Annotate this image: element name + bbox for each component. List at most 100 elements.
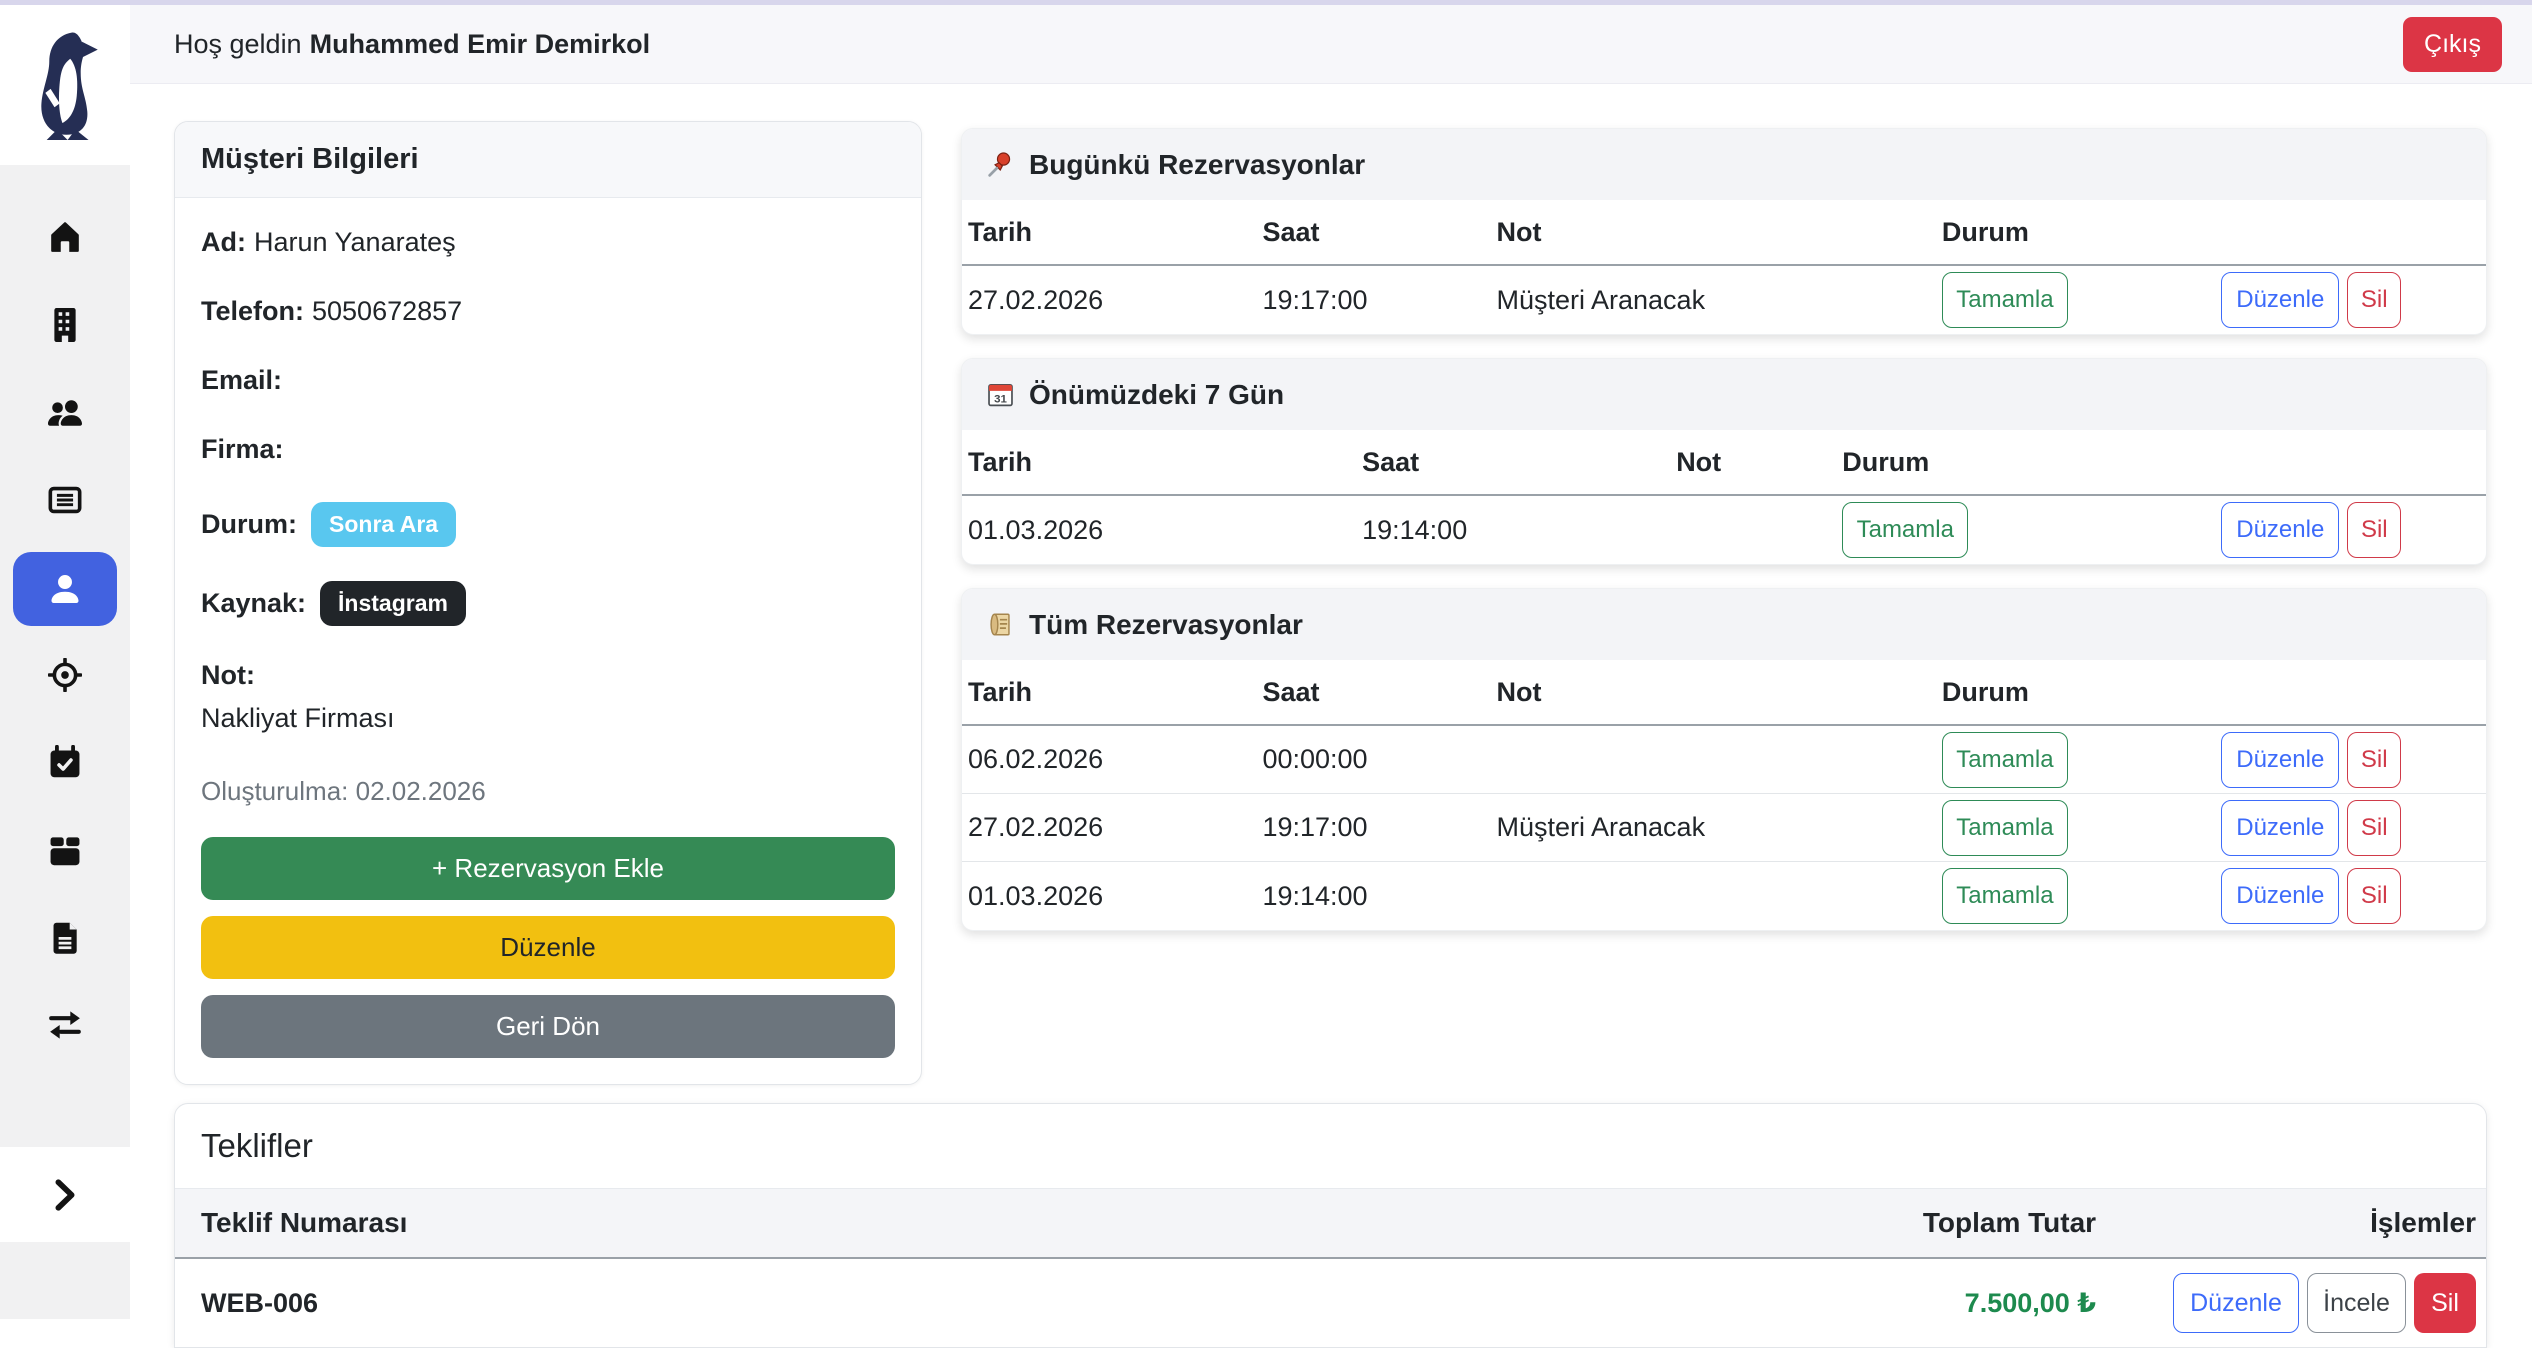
- view-offer-button[interactable]: İncele: [2307, 1273, 2406, 1333]
- table-row: 27.02.2026 19:17:00 Müşteri Aranacak Tam…: [962, 794, 2486, 862]
- all-reservations-panel: Tüm Rezervasyonlar Tarih Saat Not Durum …: [961, 588, 2487, 931]
- panel-title: Bugünkü Rezervasyonlar: [1029, 149, 1365, 181]
- target-icon: [48, 658, 82, 692]
- cell-date: 06.02.2026: [968, 744, 1262, 775]
- sidebar-item-documents[interactable]: [13, 906, 117, 970]
- offers-title: Teklifler: [175, 1104, 2486, 1189]
- edit-reservation-button[interactable]: Düzenle: [2221, 272, 2339, 328]
- edit-reservation-button[interactable]: Düzenle: [2221, 502, 2339, 558]
- table-header: Tarih Saat Not Durum: [962, 200, 2486, 266]
- table-list-icon: [48, 483, 82, 517]
- cell-time: 19:14:00: [1362, 515, 1676, 546]
- table-row: 01.03.2026 19:14:00 Tamamla Düzenle Sil: [962, 862, 2486, 930]
- customer-note-value: Nakliyat Firması: [201, 703, 895, 734]
- cell-note: Müşteri Aranacak: [1496, 285, 1941, 316]
- home-icon: [48, 220, 82, 254]
- complete-button[interactable]: Tamamla: [1942, 732, 2068, 788]
- todays-reservations-panel: Bugünkü Rezervasyonlar Tarih Saat Not Du…: [961, 128, 2487, 335]
- cell-note: Müşteri Aranacak: [1496, 812, 1941, 843]
- person-icon: [47, 571, 83, 607]
- back-button[interactable]: Geri Dön: [201, 995, 895, 1058]
- people-icon: [48, 396, 82, 430]
- table-header: Tarih Saat Not Durum: [962, 430, 2486, 496]
- edit-offer-button[interactable]: Düzenle: [2173, 1273, 2299, 1333]
- customer-source-row: Kaynak: İnstagram: [201, 581, 895, 626]
- sidebar-item-reservations[interactable]: [13, 730, 117, 794]
- sidebar-item-targets[interactable]: [13, 643, 117, 707]
- sidebar-item-lists[interactable]: [13, 468, 117, 532]
- customer-name-field: Ad:Harun Yanarateş: [201, 226, 895, 258]
- cell-time: 19:14:00: [1262, 881, 1496, 912]
- customer-phone-field: Telefon:5050672857: [201, 295, 895, 327]
- sidebar-item-customers[interactable]: [13, 381, 117, 445]
- svg-text:31: 31: [994, 393, 1007, 405]
- add-reservation-button[interactable]: + Rezervasyon Ekle: [201, 837, 895, 900]
- welcome-text: Hoş geldin Muhammed Emir Demirkol: [174, 29, 650, 60]
- offers-table-header: Teklif Numarası Toplam Tutar İşlemler: [175, 1189, 2486, 1259]
- transfer-arrows-icon: [48, 1008, 82, 1042]
- source-badge: İnstagram: [320, 581, 466, 626]
- customer-email-field: Email:: [201, 364, 895, 396]
- scroll-icon: [986, 610, 1015, 639]
- sidebar: [0, 0, 130, 1319]
- next-7-days-panel: 31 Önümüzdeki 7 Gün Tarih Saat Not Durum…: [961, 358, 2487, 565]
- cell-time: 19:17:00: [1262, 285, 1496, 316]
- document-icon: [48, 921, 82, 955]
- penguin-logo-icon: [23, 30, 107, 140]
- customer-note-label: Not:: [201, 660, 895, 691]
- table-row: 01.03.2026 19:14:00 Tamamla Düzenle Sil: [962, 496, 2486, 564]
- user-name: Muhammed Emir Demirkol: [310, 29, 651, 59]
- delete-offer-button[interactable]: Sil: [2414, 1273, 2476, 1333]
- complete-button[interactable]: Tamamla: [1942, 272, 2068, 328]
- delete-reservation-button[interactable]: Sil: [2347, 502, 2401, 558]
- customer-info-card: Müşteri Bilgileri Ad:Harun Yanarateş Tel…: [174, 121, 922, 1085]
- customer-card-title: Müşteri Bilgileri: [175, 122, 921, 198]
- reservation-panels: Bugünkü Rezervasyonlar Tarih Saat Not Du…: [961, 128, 2487, 954]
- delete-reservation-button[interactable]: Sil: [2347, 800, 2401, 856]
- customer-created-text: Oluşturulma: 02.02.2026: [201, 776, 895, 807]
- customer-company-field: Firma:: [201, 433, 895, 465]
- edit-reservation-button[interactable]: Düzenle: [2221, 800, 2339, 856]
- cell-date: 01.03.2026: [968, 881, 1262, 912]
- package-icon: [48, 834, 82, 868]
- delete-reservation-button[interactable]: Sil: [2347, 272, 2401, 328]
- cell-date: 27.02.2026: [968, 285, 1262, 316]
- delete-reservation-button[interactable]: Sil: [2347, 868, 2401, 924]
- chevron-right-icon: [46, 1176, 84, 1214]
- edit-reservation-button[interactable]: Düzenle: [2221, 732, 2339, 788]
- sidebar-item-products[interactable]: [13, 819, 117, 883]
- customer-status-row: Durum: Sonra Ara: [201, 502, 895, 547]
- cell-time: 00:00:00: [1262, 744, 1496, 775]
- complete-button[interactable]: Tamamla: [1942, 868, 2068, 924]
- cell-date: 27.02.2026: [968, 812, 1262, 843]
- logout-button[interactable]: Çıkış: [2403, 17, 2502, 72]
- edit-customer-button[interactable]: Düzenle: [201, 916, 895, 979]
- status-badge: Sonra Ara: [311, 502, 456, 547]
- table-row: 06.02.2026 00:00:00 Tamamla Düzenle Sil: [962, 726, 2486, 794]
- edit-reservation-button[interactable]: Düzenle: [2221, 868, 2339, 924]
- offer-row: WEB-006 7.500,00 ₺ Düzenle İncele Sil: [175, 1259, 2486, 1347]
- app-logo[interactable]: [0, 5, 130, 165]
- topbar: Hoş geldin Muhammed Emir Demirkol Çıkış: [130, 5, 2532, 84]
- cell-date: 01.03.2026: [968, 515, 1362, 546]
- sidebar-item-transfers[interactable]: [13, 993, 117, 1057]
- buildings-icon: [48, 308, 82, 342]
- sidebar-item-companies[interactable]: [13, 293, 117, 357]
- top-accent-strip: [0, 0, 2532, 5]
- complete-button[interactable]: Tamamla: [1942, 800, 2068, 856]
- welcome-prefix: Hoş geldin: [174, 29, 302, 59]
- panel-title: Tüm Rezervasyonlar: [1029, 609, 1303, 641]
- panel-title: Önümüzdeki 7 Gün: [1029, 379, 1284, 411]
- complete-button[interactable]: Tamamla: [1842, 502, 1968, 558]
- sidebar-item-home[interactable]: [13, 205, 117, 269]
- sidebar-expand-button[interactable]: [0, 1147, 130, 1242]
- offer-total: 7.500,00 ₺: [1965, 1288, 2096, 1319]
- cell-time: 19:17:00: [1262, 812, 1496, 843]
- sidebar-item-customer-detail[interactable]: [13, 552, 117, 626]
- pushpin-icon: [986, 150, 1015, 179]
- delete-reservation-button[interactable]: Sil: [2347, 732, 2401, 788]
- offer-number: WEB-006: [201, 1288, 1566, 1319]
- calendar-icon: 31: [986, 380, 1015, 409]
- table-row: 27.02.2026 19:17:00 Müşteri Aranacak Tam…: [962, 266, 2486, 334]
- table-header: Tarih Saat Not Durum: [962, 660, 2486, 726]
